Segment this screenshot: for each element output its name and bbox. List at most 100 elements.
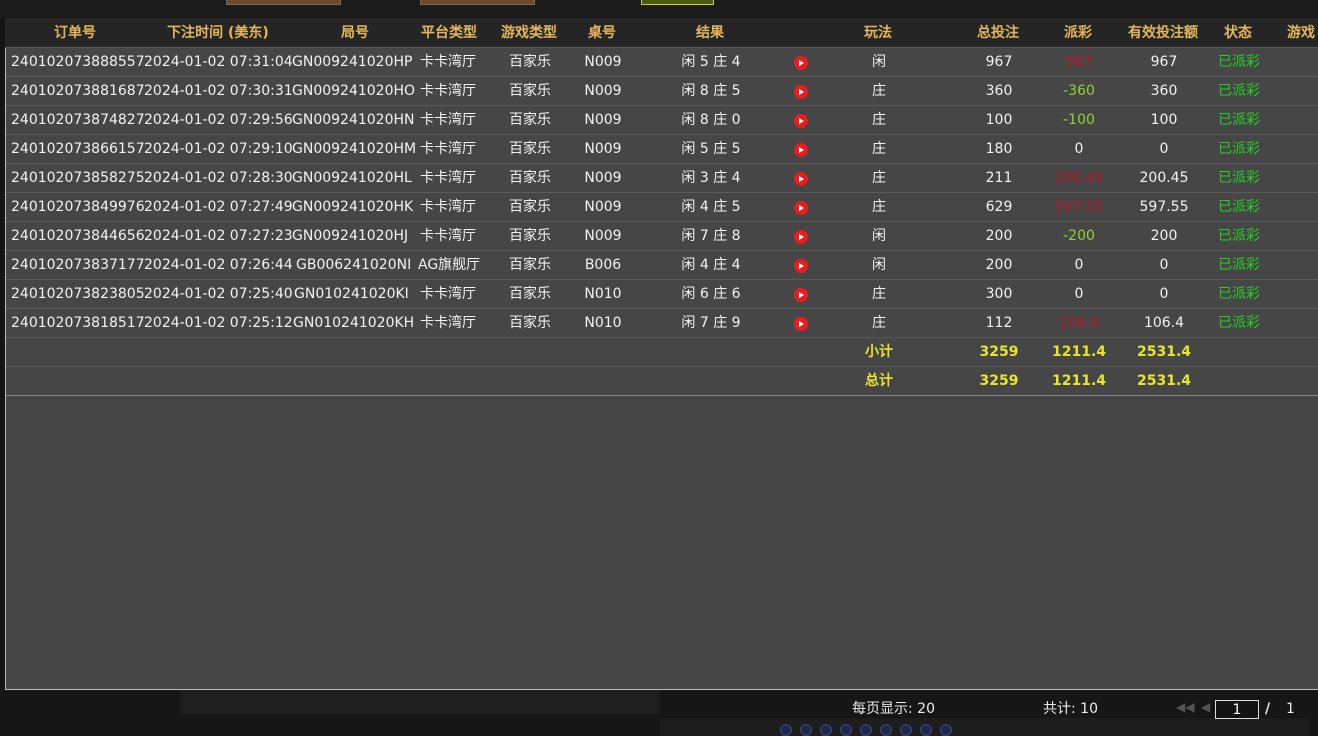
result: 闲 4 庄 5 bbox=[681, 199, 741, 215]
chip-icon bbox=[900, 724, 912, 736]
top-tab-1[interactable] bbox=[226, 0, 341, 5]
play-video-icon[interactable] bbox=[794, 230, 808, 244]
result: 闲 8 庄 5 bbox=[681, 83, 741, 99]
status-badge: 已派彩 bbox=[1218, 228, 1260, 244]
round-no: GN009241020HL bbox=[292, 170, 412, 186]
grand-total-payout: 1211.4 bbox=[1051, 373, 1107, 389]
round-no: GN009241020HN bbox=[292, 112, 415, 128]
table-no: N009 bbox=[584, 54, 622, 70]
status-badge: 已派彩 bbox=[1218, 83, 1260, 99]
table-row: 240102073874827 2024-01-02 07:29:56 GN00… bbox=[6, 106, 1318, 135]
table-no: N009 bbox=[584, 83, 622, 99]
table-no: N009 bbox=[584, 228, 622, 244]
round-no: GN010241020KH bbox=[293, 315, 415, 331]
col-valid-bet: 有效投注额 bbox=[1128, 25, 1198, 41]
order-no: 240102073866157 bbox=[11, 141, 145, 157]
table-row: 240102073849976 2024-01-02 07:27:49 GN00… bbox=[6, 193, 1318, 222]
order-no: 240102073874827 bbox=[11, 112, 145, 128]
game-type: 百家乐 bbox=[509, 286, 551, 302]
bet-records-table: 240102073888557 2024-01-02 07:31:04 GN00… bbox=[5, 48, 1318, 690]
play-video-icon[interactable] bbox=[794, 288, 808, 302]
play-video-icon[interactable] bbox=[794, 201, 808, 215]
background-decoration bbox=[660, 718, 1310, 736]
table-row: 240102073881687 2024-01-02 07:30:31 GN00… bbox=[6, 77, 1318, 106]
chip-icon bbox=[860, 724, 872, 736]
table-no: N009 bbox=[584, 199, 622, 215]
subtotal-row: 小计 3259 1211.4 2531.4 bbox=[6, 338, 1318, 367]
payout: 0 bbox=[1074, 141, 1084, 157]
chip-icon bbox=[920, 724, 932, 736]
play-type: 庄 bbox=[872, 286, 886, 302]
play-type: 庄 bbox=[872, 112, 886, 128]
play-video-icon[interactable] bbox=[794, 85, 808, 99]
bet-time: 2024-01-02 07:27:49 bbox=[144, 199, 293, 215]
order-no: 240102073818517 bbox=[11, 315, 145, 331]
order-no: 240102073881687 bbox=[11, 83, 145, 99]
table-row: 240102073866157 2024-01-02 07:29:10 GN00… bbox=[6, 135, 1318, 164]
total-pages: 1 bbox=[1286, 701, 1295, 717]
platform: 卡卡湾厅 bbox=[420, 141, 476, 157]
table-row: 240102073858275 2024-01-02 07:28:30 GN00… bbox=[6, 164, 1318, 193]
col-game-type: 游戏类型 bbox=[501, 25, 557, 41]
play-type: 庄 bbox=[872, 83, 886, 99]
round-no: GN009241020HK bbox=[292, 199, 414, 215]
status-badge: 已派彩 bbox=[1218, 112, 1260, 128]
col-platform: 平台类型 bbox=[421, 25, 477, 41]
col-payout: 派彩 bbox=[1064, 25, 1092, 41]
grand-total-row: 总计 3259 1211.4 2531.4 bbox=[6, 367, 1318, 396]
top-tab-2[interactable] bbox=[420, 0, 535, 5]
platform: 卡卡湾厅 bbox=[420, 112, 476, 128]
total-bet: 200 bbox=[985, 228, 1013, 244]
round-no: GB006241020NI bbox=[296, 257, 412, 273]
first-page-icon[interactable]: ◀◀ bbox=[1176, 700, 1194, 714]
table-row: 240102073818517 2024-01-02 07:25:12 GN01… bbox=[6, 309, 1318, 338]
payout: -100 bbox=[1063, 112, 1095, 128]
status-badge: 已派彩 bbox=[1218, 315, 1260, 331]
total-count-label: 共计: 10 bbox=[1043, 701, 1098, 717]
total-bet: 300 bbox=[985, 286, 1013, 302]
platform: AG旗舰厅 bbox=[418, 257, 481, 273]
play-video-icon[interactable] bbox=[794, 56, 808, 70]
play-video-icon[interactable] bbox=[794, 114, 808, 128]
result: 闲 5 庄 4 bbox=[681, 54, 741, 70]
valid-bet: 200 bbox=[1150, 228, 1178, 244]
play-video-icon[interactable] bbox=[794, 259, 808, 273]
total-bet: 100 bbox=[985, 112, 1013, 128]
col-game: 游戏 bbox=[1287, 25, 1315, 41]
valid-bet: 100 bbox=[1150, 112, 1178, 128]
pagination-bar: 每页显示: 20 共计: 10 ◀◀ ◀ / 1 bbox=[0, 690, 1318, 736]
chip-icon bbox=[800, 724, 812, 736]
platform: 卡卡湾厅 bbox=[420, 228, 476, 244]
play-video-icon[interactable] bbox=[794, 172, 808, 186]
payout: 597.55 bbox=[1054, 199, 1104, 215]
play-type: 庄 bbox=[872, 199, 886, 215]
play-video-icon[interactable] bbox=[794, 317, 808, 331]
chip-icon bbox=[780, 724, 792, 736]
prev-page-icon[interactable]: ◀ bbox=[1201, 700, 1210, 714]
bet-time: 2024-01-02 07:29:10 bbox=[144, 141, 293, 157]
table-row: 240102073844656 2024-01-02 07:27:23 GN00… bbox=[6, 222, 1318, 251]
payout: 0 bbox=[1074, 257, 1084, 273]
col-play: 玩法 bbox=[864, 25, 892, 41]
col-result: 结果 bbox=[696, 25, 724, 41]
play-video-icon[interactable] bbox=[794, 143, 808, 157]
platform: 卡卡湾厅 bbox=[420, 286, 476, 302]
status-badge: 已派彩 bbox=[1218, 170, 1260, 186]
subtotal-label: 小计 bbox=[865, 344, 893, 360]
game-type: 百家乐 bbox=[509, 315, 551, 331]
order-no: 240102073837177 bbox=[11, 257, 145, 273]
page-size-label: 每页显示: 20 bbox=[852, 701, 935, 717]
play-type: 庄 bbox=[872, 170, 886, 186]
game-type: 百家乐 bbox=[509, 199, 551, 215]
bet-time: 2024-01-02 07:30:31 bbox=[144, 83, 293, 99]
table-row: 240102073888557 2024-01-02 07:31:04 GN00… bbox=[6, 48, 1318, 77]
payout: -360 bbox=[1063, 83, 1095, 99]
total-bet: 629 bbox=[985, 199, 1013, 215]
game-type: 百家乐 bbox=[509, 141, 551, 157]
status-badge: 已派彩 bbox=[1218, 286, 1260, 302]
top-tab-3[interactable] bbox=[641, 0, 714, 5]
bet-time: 2024-01-02 07:26:44 bbox=[144, 257, 293, 273]
grand-total-valid-bet: 2531.4 bbox=[1136, 373, 1192, 389]
page-number-input[interactable] bbox=[1215, 700, 1259, 719]
result: 闲 4 庄 4 bbox=[681, 257, 741, 273]
